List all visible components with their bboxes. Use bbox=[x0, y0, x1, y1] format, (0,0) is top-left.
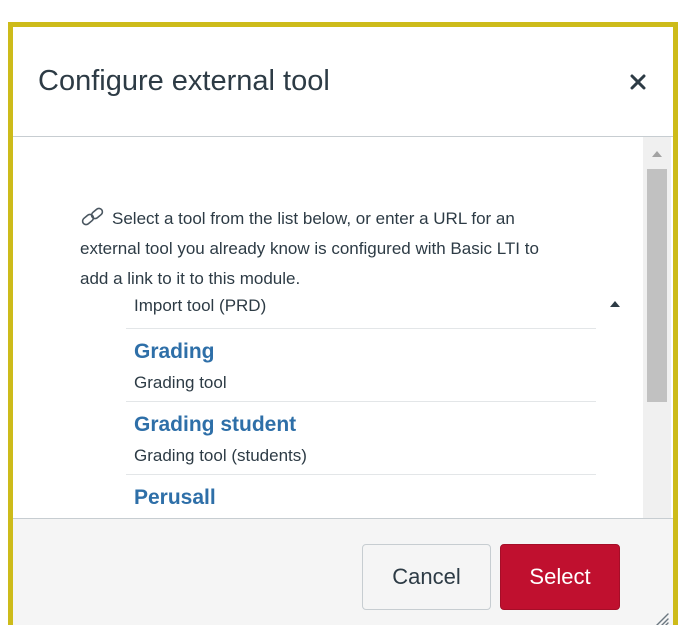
dialog-header: Configure external tool bbox=[13, 27, 673, 137]
dialog-body: Select a tool from the list below, or en… bbox=[13, 137, 673, 518]
dialog-scrollbar[interactable] bbox=[643, 137, 671, 518]
tool-name[interactable]: Grading student bbox=[134, 412, 596, 438]
intro-text: Select a tool from the list below, or en… bbox=[80, 204, 625, 294]
dialog-footer: Cancel Select bbox=[13, 518, 673, 625]
tool-item-grading-student[interactable]: Grading student Grading tool (students) bbox=[126, 402, 596, 475]
link-icon bbox=[81, 207, 104, 226]
list-scroll-up-arrow-icon[interactable] bbox=[608, 297, 622, 311]
tool-name[interactable]: Perusall bbox=[134, 485, 596, 511]
resize-grip-icon[interactable] bbox=[653, 611, 669, 625]
dialog-title: Configure external tool bbox=[38, 65, 330, 97]
close-icon bbox=[630, 74, 646, 90]
tool-description: Grading tool bbox=[134, 373, 227, 392]
dialog-frame: Configure external tool Select a tool fr… bbox=[8, 22, 678, 625]
close-button[interactable] bbox=[623, 67, 653, 97]
scrollbar-thumb[interactable] bbox=[647, 169, 667, 402]
tool-item-import-tool[interactable]: Import tool (PRD) bbox=[126, 291, 596, 329]
tool-name[interactable]: Grading bbox=[134, 339, 596, 365]
select-button[interactable]: Select bbox=[500, 544, 620, 610]
intro-line-3: add a link to it to this module. bbox=[80, 269, 301, 288]
tool-list[interactable]: Import tool (PRD) Grading Grading tool G… bbox=[126, 291, 621, 518]
tool-description: Grading tool (students) bbox=[134, 446, 307, 465]
intro-line-1: Select a tool from the list below, or en… bbox=[112, 209, 515, 228]
scroll-up-arrow-icon[interactable] bbox=[650, 149, 664, 159]
tool-description: Import tool (PRD) bbox=[134, 296, 267, 315]
tool-item-perusall[interactable]: Perusall bbox=[126, 475, 596, 518]
intro-line-2: external tool you already know is config… bbox=[80, 239, 539, 258]
tool-item-grading[interactable]: Grading Grading tool bbox=[126, 329, 596, 402]
cancel-button[interactable]: Cancel bbox=[362, 544, 491, 610]
